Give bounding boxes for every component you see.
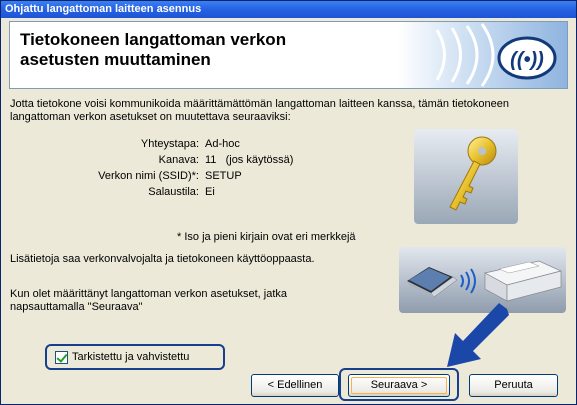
setting-value: Ei [205,186,215,198]
setting-label: Salaustila: [148,186,199,198]
header-banner: Tietokoneen langattoman verkon asetusten… [9,21,568,89]
key-icon [414,129,518,224]
next-button[interactable]: Seuraava > [348,374,450,397]
confirm-checkbox[interactable] [55,351,68,364]
setting-value: Ad-hoc [205,138,240,150]
confirm-highlight: Tarkistettu ja vahvistettu [45,344,225,370]
page-title: Tietokoneen langattoman verkon asetusten… [20,30,400,70]
case-sensitive-note: * Iso ja pieni kirjain ovat eri merkkejä [177,231,356,243]
setting-channel: Kanava: 11 (jos käytössä) [71,152,391,168]
setting-label: Kanava: [158,154,199,166]
setting-label: Verkon nimi (SSID)*: [98,170,199,182]
setting-value: SETUP [205,170,242,182]
wireless-logo-icon: ((•)) [397,22,567,88]
setting-encryption: Salaustila: Ei [71,184,391,200]
finish-instructions: Kun olet määrittänyt langattoman verkon … [10,288,287,313]
svg-text:((•)): ((•)) [510,49,544,71]
intro-text: Jotta tietokone voisi kommunikoida määri… [10,98,509,123]
window-title: Ohjattu langattoman laitteen asennus [1,1,576,18]
cancel-button[interactable]: Peruuta [469,374,558,397]
settings-list: Yhteystapa: Ad-hoc Kanava: 11 (jos käytöss… [71,136,391,200]
page-title-line2: asetusten muuttaminen [20,50,211,69]
setting-ssid: Verkon nimi (SSID)*: SETUP [71,168,391,184]
page-title-line1: Tietokoneen langattoman verkon [20,30,287,49]
setting-value: 11 (jos käytössä) [205,154,294,166]
setting-connection-type: Yhteystapa: Ad-hoc [71,136,391,152]
back-button[interactable]: < Edellinen [251,374,339,397]
setting-label: Yhteystapa: [140,138,199,150]
confirm-label[interactable]: Tarkistettu ja vahvistettu [72,351,189,363]
arrow-icon [447,303,509,367]
setup-wizard-window: Ohjattu langattoman laitteen asennus Tie… [0,0,577,405]
more-info-text: Lisätietoja saa verkonvalvojalta ja tiet… [10,253,315,265]
